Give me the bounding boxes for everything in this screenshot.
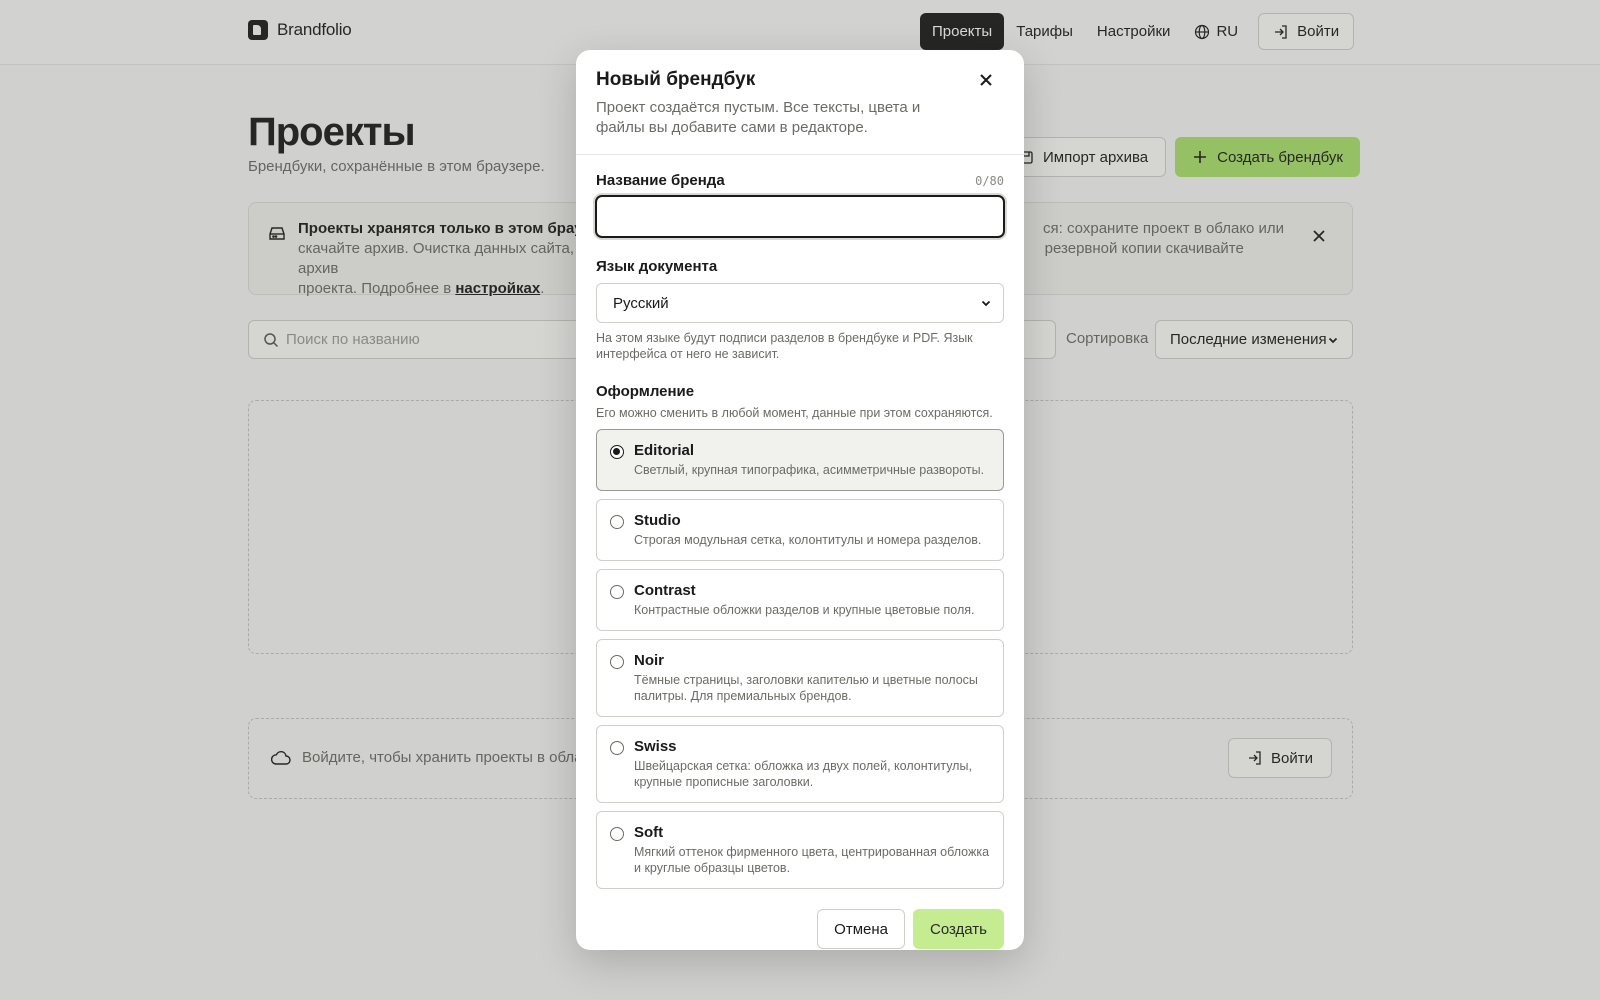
dialog-title: Новый брендбук bbox=[596, 69, 756, 90]
theme-option-noir[interactable]: Noir Тёмные страницы, заголовки капитель… bbox=[596, 639, 1004, 717]
theme-description: Строгая модульная сетка, колонтитулы и н… bbox=[634, 533, 982, 547]
document-language-label: Язык документа bbox=[596, 258, 718, 275]
theme-label: Оформление bbox=[596, 383, 695, 400]
brand-name-counter: 0/80 bbox=[975, 174, 1004, 188]
radio-button[interactable] bbox=[610, 585, 624, 599]
theme-option-swiss[interactable]: Swiss Швейцарская сетка: обложка из двух… bbox=[596, 725, 1004, 803]
dialog-description: Проект создаётся пустым. Все тексты, цве… bbox=[596, 99, 921, 136]
theme-hint: Его можно сменить в любой момент, данные… bbox=[596, 406, 993, 420]
theme-description: Мягкий оттенок фирменного цвета, центрир… bbox=[634, 845, 990, 875]
theme-name: Soft bbox=[634, 824, 664, 841]
chevron-down-icon bbox=[981, 300, 991, 307]
brand-name-input[interactable] bbox=[595, 195, 1005, 238]
dialog-footer: Отмена Создать bbox=[817, 909, 1004, 949]
create-button[interactable]: Создать bbox=[912, 909, 1004, 949]
theme-description: Швейцарская сетка: обложка из двух полей… bbox=[634, 759, 972, 789]
theme-option-soft[interactable]: Soft Мягкий оттенок фирменного цвета, це… bbox=[596, 811, 1004, 889]
cancel-button[interactable]: Отмена bbox=[817, 909, 905, 949]
radio-button[interactable] bbox=[610, 741, 624, 755]
radio-button[interactable] bbox=[610, 445, 624, 459]
theme-description: Контрастные обложки разделов и крупные ц… bbox=[634, 603, 975, 617]
brand-name-label: Название бренда bbox=[596, 172, 725, 189]
dialog-header: Новый брендбук Проект создаётся пустым. … bbox=[576, 50, 1024, 155]
theme-name: Editorial bbox=[634, 442, 695, 459]
theme-name: Swiss bbox=[634, 738, 677, 755]
close-dialog-button[interactable] bbox=[978, 72, 996, 90]
theme-name: Studio bbox=[634, 512, 681, 529]
theme-description: Светлый, крупная типографика, асимметрич… bbox=[634, 463, 985, 477]
theme-option-editorial[interactable]: Editorial Светлый, крупная типографика, … bbox=[596, 429, 1004, 491]
theme-description: Тёмные страницы, заголовки капителью и ц… bbox=[634, 673, 978, 703]
theme-name: Noir bbox=[634, 652, 664, 669]
document-language-value: Русский bbox=[613, 294, 669, 312]
document-language-hint: На этом языке будут подписи разделов в б… bbox=[596, 331, 973, 361]
close-icon bbox=[980, 74, 992, 86]
new-brandbook-dialog: Новый брендбук Проект создаётся пустым. … bbox=[576, 50, 1024, 950]
theme-option-studio[interactable]: Studio Строгая модульная сетка, колонтит… bbox=[596, 499, 1004, 561]
theme-name: Contrast bbox=[634, 582, 696, 599]
radio-button[interactable] bbox=[610, 655, 624, 669]
radio-button[interactable] bbox=[610, 827, 624, 841]
theme-option-contrast[interactable]: Contrast Контрастные обложки разделов и … bbox=[596, 569, 1004, 631]
radio-button[interactable] bbox=[610, 515, 624, 529]
document-language-select[interactable]: Русский bbox=[596, 283, 1004, 323]
